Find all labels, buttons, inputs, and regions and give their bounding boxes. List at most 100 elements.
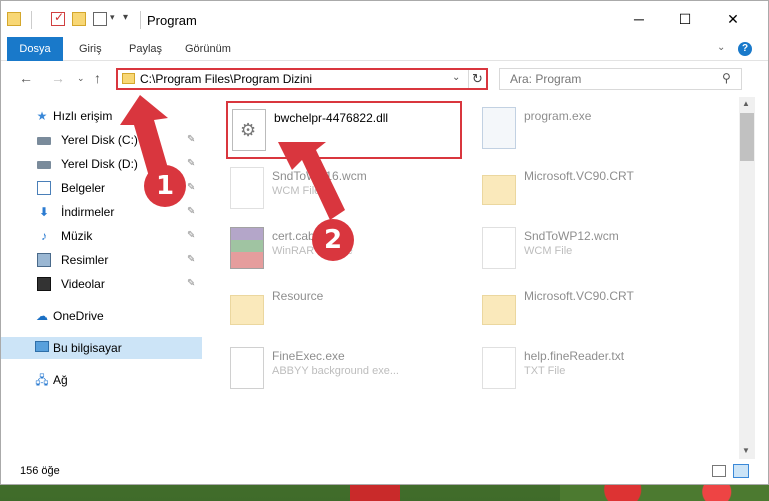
file-name: SndToWP12.wcm <box>524 229 619 243</box>
explorer-window: ▾ ▾ Program ─ ☐ ✕ Dosya Giriş Paylaş Gör… <box>0 0 769 485</box>
scroll-up-icon[interactable]: ▲ <box>742 99 750 108</box>
new-folder-icon[interactable] <box>72 12 86 26</box>
sidebar-item-label: Ağ <box>53 373 68 387</box>
list-item[interactable]: Microsoft.VC90.CRT <box>478 281 718 337</box>
list-item[interactable]: SndToWP16.wcm WCM File <box>226 161 466 217</box>
minimize-button[interactable]: ─ <box>616 1 662 37</box>
pin-icon[interactable]: ✎ <box>187 278 195 289</box>
tab-share[interactable]: Paylaş <box>129 37 162 61</box>
pictures-icon <box>37 253 51 267</box>
sidebar-item-label: Bu bilgisayar <box>53 341 122 355</box>
search-input[interactable]: Ara: Program <box>510 72 581 86</box>
file-name: SndToWP16.wcm <box>272 169 367 183</box>
list-item[interactable]: program.exe <box>478 101 718 157</box>
sidebar-item-music[interactable]: ♪ Müzik ✎ <box>1 225 202 247</box>
file-name: FineExec.exe <box>272 349 345 363</box>
list-item[interactable]: Microsoft.VC90.CRT <box>478 161 718 217</box>
file-name: help.fineReader.txt <box>524 349 625 363</box>
sidebar-item-label: Resimler <box>61 253 109 267</box>
pin-icon[interactable]: ✎ <box>187 206 195 217</box>
expand-ribbon-icon[interactable]: ⌄ <box>717 42 725 53</box>
sidebar-item-disk-c[interactable]: Yerel Disk (C:) ✎ <box>1 129 202 151</box>
sidebar-item-network[interactable]: 🖧 Ağ <box>1 369 202 391</box>
step-badge-2: 2 <box>312 219 354 261</box>
address-path[interactable]: C:\Program Files\Program Dizini <box>140 72 312 86</box>
step-badge-1: 1 <box>144 165 186 207</box>
address-dropdown-icon[interactable]: ⌄ <box>452 72 460 83</box>
sidebar-item-label: Yerel Disk (C:) <box>61 133 138 147</box>
close-button[interactable]: ✕ <box>710 1 756 37</box>
document-icon <box>37 181 51 195</box>
address-bar[interactable]: C:\Program Files\Program Dizini ⌄ ↻ <box>116 68 488 90</box>
divider <box>140 11 141 29</box>
list-item[interactable]: help.fineReader.txt TXT File <box>478 341 718 397</box>
sidebar-item-videos[interactable]: Videolar ✎ <box>1 273 202 295</box>
scroll-down-icon[interactable]: ▼ <box>742 446 750 455</box>
tab-home[interactable]: Giriş <box>79 37 102 61</box>
sidebar-item-pictures[interactable]: Resimler ✎ <box>1 249 202 271</box>
sidebar-item-label: Videolar <box>61 277 105 291</box>
details-view-icon[interactable] <box>712 465 726 477</box>
item-count: 156 öğe <box>20 465 60 477</box>
sidebar-item-label: Belgeler <box>61 181 106 195</box>
pin-icon[interactable]: ✎ <box>187 230 195 241</box>
sidebar-item-label: OneDrive <box>53 309 104 323</box>
forward-button[interactable]: → <box>51 70 65 86</box>
tab-view[interactable]: Görünüm <box>185 37 231 61</box>
up-button[interactable]: ↑ <box>94 70 101 86</box>
folder-icon <box>122 73 135 84</box>
page-file-icon <box>230 167 264 209</box>
file-name: cert.cab <box>272 229 315 243</box>
sidebar-item-label: Yerel Disk (D:) <box>61 157 138 171</box>
refresh-button[interactable]: ↻ <box>468 70 486 88</box>
back-button[interactable]: ← <box>19 70 33 86</box>
pin-icon[interactable]: ✎ <box>187 182 195 193</box>
cloud-icon: ☁ <box>36 309 48 323</box>
disk-icon <box>37 137 51 145</box>
folder-icon <box>482 175 516 205</box>
list-item[interactable]: FineExec.exe ABBYY background exe... <box>226 341 466 397</box>
computer-icon <box>35 341 49 352</box>
download-icon: ⬇ <box>38 205 50 219</box>
app-file-icon <box>230 347 264 389</box>
pin-icon[interactable]: ✎ <box>187 158 195 169</box>
recent-locations-button[interactable]: ⌄ <box>77 73 85 84</box>
network-icon: 🖧 <box>35 373 49 387</box>
music-icon: ♪ <box>41 229 47 243</box>
sidebar-item-label: Hızlı erişim <box>53 109 113 123</box>
file-name: Microsoft.VC90.CRT <box>524 289 634 303</box>
sidebar-item-quick-access[interactable]: ★ Hızlı erişim <box>1 105 202 127</box>
view-options-icon[interactable] <box>93 12 107 26</box>
window-title: Program <box>147 13 197 28</box>
customize-toolbar-icon[interactable]: ▾ <box>123 12 128 23</box>
properties-check-icon[interactable] <box>51 10 65 26</box>
ribbon-tabs: Dosya Giriş Paylaş Görünüm ⌄ ? <box>1 37 768 61</box>
maximize-button[interactable]: ☐ <box>662 1 708 37</box>
file-description: ABBYY background exe... <box>272 365 399 377</box>
list-item[interactable]: bwchelpr-4476822.dll <box>226 101 462 159</box>
sidebar-item-onedrive[interactable]: ☁ OneDrive <box>1 305 202 327</box>
scroll-thumb[interactable] <box>740 113 754 161</box>
archive-icon <box>230 227 264 269</box>
disk-icon <box>37 161 51 169</box>
divider <box>31 11 32 29</box>
pin-icon[interactable]: ✎ <box>187 134 195 145</box>
help-icon[interactable]: ? <box>738 42 752 56</box>
sidebar: ★ Hızlı erişim Yerel Disk (C:) ✎ Yerel D… <box>1 101 202 459</box>
tab-file[interactable]: Dosya <box>7 37 63 61</box>
pin-icon[interactable]: ✎ <box>187 254 195 265</box>
folder-icon <box>482 295 516 325</box>
sidebar-item-label: İndirmeler <box>61 205 115 219</box>
search-box[interactable]: Ara: Program ⚲ <box>499 68 742 90</box>
search-icon: ⚲ <box>722 71 731 85</box>
large-icons-view-icon[interactable] <box>733 464 749 478</box>
file-description: TXT File <box>524 365 566 377</box>
list-item[interactable]: SndToWP12.wcm WCM File <box>478 221 718 277</box>
navigation-bar: ← → ⌄ ↑ C:\Program Files\Program Dizini … <box>1 61 768 97</box>
sidebar-item-this-pc[interactable]: Bu bilgisayar <box>1 337 202 359</box>
folder-icon <box>230 295 264 325</box>
status-bar: 156 öğe <box>1 459 768 484</box>
vertical-scrollbar[interactable]: ▲ ▼ <box>739 97 755 459</box>
chevron-down-icon[interactable]: ▾ <box>110 12 115 23</box>
list-item[interactable]: Resource <box>226 281 466 337</box>
